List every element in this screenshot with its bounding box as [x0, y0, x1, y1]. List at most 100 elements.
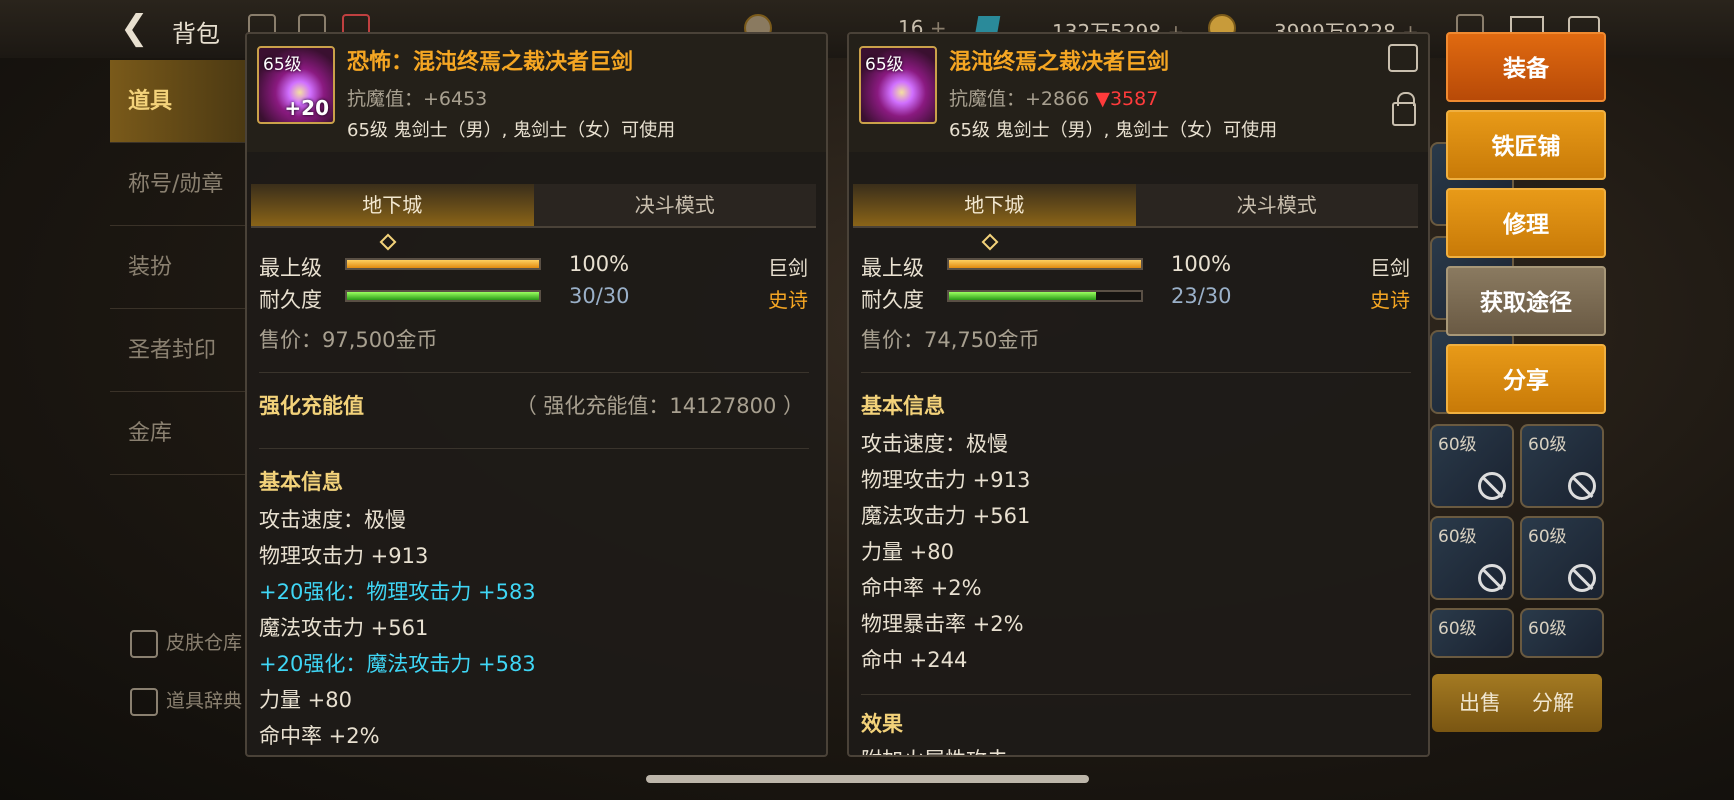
- item-name: 恐怖：混沌终焉之裁决者巨剑: [347, 50, 634, 75]
- inventory-slot[interactable]: 60级: [1520, 516, 1604, 600]
- unusable-icon: [1478, 472, 1506, 500]
- anti-magic-diff: ▼3587: [1095, 88, 1159, 110]
- tab-dungeon[interactable]: 地下城: [251, 184, 534, 226]
- anti-magic-value: 抗魔值：+2866 ▼3587: [949, 88, 1159, 110]
- tab-duel[interactable]: 决斗模式: [533, 184, 816, 226]
- item-name: 混沌终焉之裁决者巨剑: [949, 50, 1170, 75]
- anti-magic-value: 抗魔值：+6453: [347, 88, 488, 110]
- durability-value: 23/30: [1171, 284, 1232, 308]
- stat-line: 物理攻击力 +913: [259, 544, 429, 568]
- mode-tabs: 地下城 决斗模式: [251, 184, 816, 226]
- stat-line: 攻击速度：极慢: [861, 432, 1008, 456]
- inventory-slot[interactable]: 60级: [1430, 424, 1514, 508]
- rarity-label: 史诗: [1370, 288, 1410, 312]
- slot-level: 60级: [1528, 527, 1567, 547]
- share-icon[interactable]: [1388, 44, 1418, 72]
- item-dictionary-link[interactable]: 道具辞典: [130, 686, 242, 716]
- sidebar-item-items[interactable]: 道具: [110, 60, 250, 143]
- grade-bar-fill: [347, 260, 539, 268]
- effect-title: 效果: [861, 712, 903, 736]
- tab-indicator-icon: [981, 233, 999, 251]
- tab-indicator-icon: [379, 233, 397, 251]
- durability-label: 耐久度: [259, 288, 322, 312]
- stat-line: 攻击速度：极慢: [259, 508, 406, 532]
- stat-line: 力量 +80: [861, 540, 954, 564]
- durability-label: 耐久度: [861, 288, 924, 312]
- stat-line: 命中 +244: [861, 648, 968, 672]
- sidebar-item-titles[interactable]: 称号/勋章: [110, 143, 250, 226]
- stat-line: 命中率 +2%: [861, 576, 982, 600]
- unusable-icon: [1568, 564, 1596, 592]
- rarity-label: 史诗: [768, 288, 808, 312]
- tab-divider: [251, 226, 816, 228]
- tooltip-header: 65级 混沌终焉之裁决者巨剑 抗魔值：+2866 ▼3587 65级 鬼剑士（男…: [849, 34, 1428, 152]
- level-tag: 65级: [865, 55, 904, 75]
- enhance-stat-line: +20强化：魔法攻击力 +583: [259, 652, 536, 676]
- equip-button[interactable]: 装备: [1446, 32, 1606, 102]
- greatsword-item-icon: 65级: [859, 46, 937, 124]
- charge-value: （ 强化充能值：14127800 ）: [515, 394, 804, 418]
- slot-level: 60级: [1528, 435, 1567, 455]
- share-button[interactable]: 分享: [1446, 344, 1606, 414]
- class-requirement: 65级 鬼剑士（男）, 鬼剑士（女）可使用: [949, 120, 1278, 141]
- brush-icon: [130, 629, 158, 658]
- slot-level: 60级: [1438, 527, 1477, 547]
- enhance-tag: +20: [284, 96, 329, 120]
- back-arrow-icon[interactable]: ❮: [120, 10, 160, 46]
- enhance-stat-line: +20强化：物理攻击力 +583: [259, 580, 536, 604]
- sidebar-item-avatar[interactable]: 装扮: [110, 226, 250, 309]
- skin-warehouse-link[interactable]: 皮肤仓库: [130, 628, 242, 658]
- stat-line: 物理暴击率 +2%: [861, 612, 1024, 636]
- selected-item-tooltip: 65级 混沌终焉之裁决者巨剑 抗魔值：+2866 ▼3587 65级 鬼剑士（男…: [847, 32, 1430, 757]
- grade-label: 最上级: [259, 256, 322, 280]
- acquire-route-button[interactable]: 获取途径: [1446, 266, 1606, 336]
- grade-value: 100%: [569, 252, 630, 276]
- inventory-slot[interactable]: 60级: [1520, 424, 1604, 508]
- stat-line: 魔法攻击力 +561: [259, 616, 429, 640]
- durability-bar-fill: [347, 292, 539, 300]
- slot-level: 60级: [1528, 619, 1567, 639]
- divider: [259, 372, 809, 373]
- stat-line: 魔法攻击力 +561: [861, 504, 1031, 528]
- repair-button[interactable]: 修理: [1446, 188, 1606, 258]
- home-indicator[interactable]: [646, 775, 1089, 783]
- blacksmith-button[interactable]: 铁匠铺: [1446, 110, 1606, 180]
- basic-info-title: 基本信息: [259, 470, 343, 494]
- tab-duel[interactable]: 决斗模式: [1135, 184, 1418, 226]
- page-title: 背包: [172, 20, 220, 48]
- durability-value: 30/30: [569, 284, 630, 308]
- tab-dungeon[interactable]: 地下城: [853, 184, 1136, 226]
- weapon-type: 巨剑: [1370, 256, 1410, 280]
- inventory-slot[interactable]: 60级: [1430, 516, 1514, 600]
- durability-bar-fill: [949, 292, 1097, 300]
- sidebar-item-seal[interactable]: 圣者封印: [110, 309, 250, 392]
- mode-tabs: 地下城 决斗模式: [853, 184, 1418, 226]
- lock-icon[interactable]: [1392, 92, 1416, 126]
- effect-line: 附加火属性攻击: [861, 744, 1008, 755]
- grade-bar: [947, 258, 1143, 270]
- durability-bar: [947, 290, 1143, 302]
- tooltip-header: 65级 +20 恐怖：混沌终焉之裁决者巨剑 抗魔值：+6453 65级 鬼剑士（…: [247, 34, 826, 152]
- inventory-slot[interactable]: 60级: [1520, 608, 1604, 658]
- equipped-item-tooltip: 65级 +20 恐怖：混沌终焉之裁决者巨剑 抗魔值：+6453 65级 鬼剑士（…: [245, 32, 828, 757]
- basic-info-title: 基本信息: [861, 394, 945, 418]
- weapon-type: 巨剑: [768, 256, 808, 280]
- sell-price: 售价：97,500金币: [259, 328, 438, 352]
- grade-label: 最上级: [861, 256, 924, 280]
- stat-line: 物理攻击力 +913: [861, 468, 1031, 492]
- greatsword-item-icon: 65级 +20: [257, 46, 335, 124]
- inventory-slot[interactable]: 60级: [1430, 608, 1514, 658]
- divider: [861, 694, 1411, 695]
- stat-line: 命中率 +2%: [259, 724, 380, 748]
- sell-price: 售价：74,750金币: [861, 328, 1040, 352]
- level-tag: 65级: [263, 55, 302, 75]
- divider: [861, 372, 1411, 373]
- durability-bar: [345, 290, 541, 302]
- divider: [259, 448, 809, 449]
- disassemble-button[interactable]: 分解: [1504, 674, 1602, 732]
- class-requirement: 65级 鬼剑士（男）, 鬼剑士（女）可使用: [347, 120, 676, 141]
- grade-value: 100%: [1171, 252, 1232, 276]
- sidebar-item-vault[interactable]: 金库: [110, 392, 250, 475]
- slot-level: 60级: [1438, 435, 1477, 455]
- slot-level: 60级: [1438, 619, 1477, 639]
